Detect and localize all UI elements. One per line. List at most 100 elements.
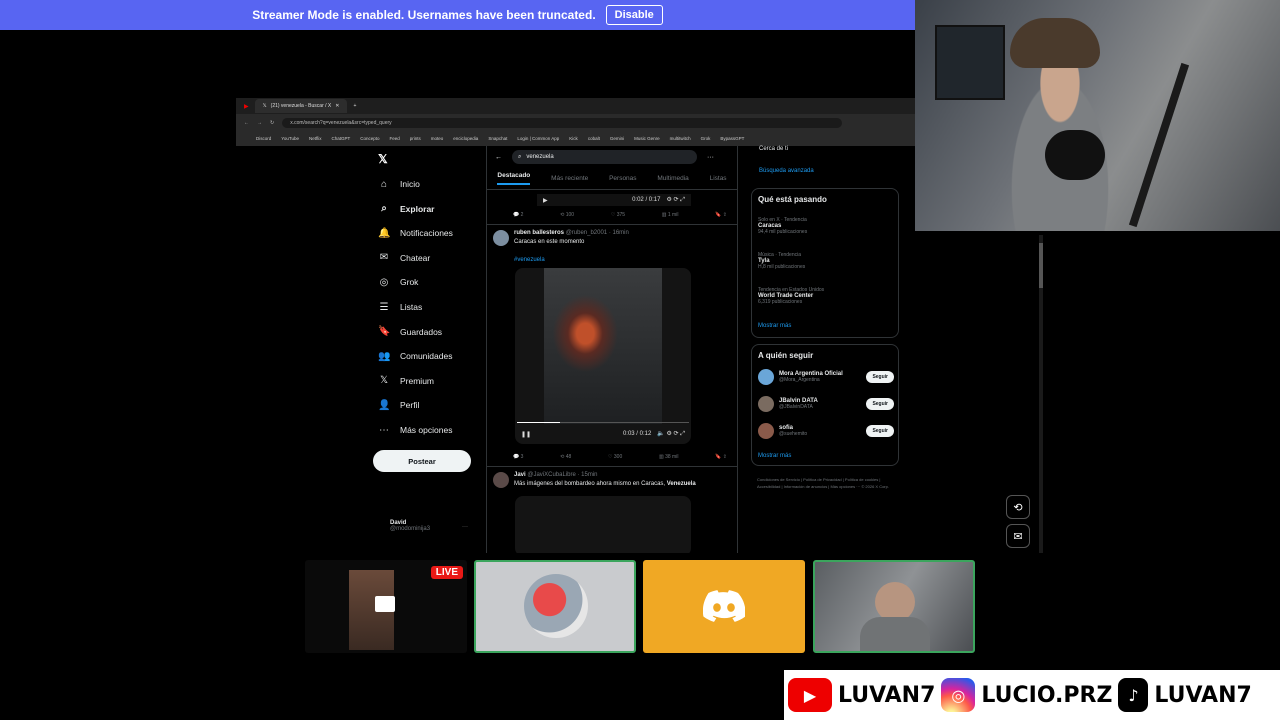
follow-suggestion[interactable]: JBalvin DATA @JBalvinDATA Seguir: [758, 396, 894, 412]
author-name[interactable]: Javi: [514, 472, 526, 478]
bookmark-item[interactable]: Netflix: [309, 136, 322, 141]
trend-item[interactable]: Tendencia en Estados Unidos World Trade C…: [758, 287, 824, 305]
nav-item-explorar[interactable]: ⌕ Explorar: [378, 199, 434, 219]
video-settings-icons[interactable]: ⚙ ⟳ ⤢: [666, 196, 691, 204]
bookmark-share-icons[interactable]: 🔖 ⇪: [715, 454, 727, 460]
nav-item-notificaciones[interactable]: 🔔 Notificaciones: [378, 223, 453, 243]
nav-item-guardados[interactable]: 🔖 Guardados: [378, 322, 442, 342]
avatar[interactable]: [758, 369, 774, 385]
scrollbar[interactable]: [1039, 235, 1043, 553]
bookmark-item[interactable]: multitwitch: [670, 136, 691, 141]
nav-icon: 🔔: [378, 227, 391, 239]
nav-item-perfil[interactable]: 👤 Perfil: [378, 395, 419, 415]
close-tab-icon[interactable]: ✕: [335, 103, 339, 109]
bookmark-item[interactable]: cobalt: [588, 136, 600, 141]
nav-item-listas[interactable]: ☰ Listas: [378, 297, 423, 317]
tab-destacado[interactable]: Destacado: [497, 172, 531, 185]
bookmark-item[interactable]: Discord: [256, 136, 271, 141]
advanced-search-link[interactable]: Búsqueda avanzada: [759, 168, 814, 174]
avatar-tile[interactable]: [474, 560, 636, 653]
nav-item-más-opciones[interactable]: ⋯ Más opciones: [378, 420, 452, 440]
follow-suggestion[interactable]: Mora Argentina Oficial @Mora_Argentina Seg…: [758, 369, 894, 385]
tweet-media[interactable]: [515, 496, 691, 553]
tab-multimedia[interactable]: Multimedia: [657, 175, 688, 182]
post-button[interactable]: Postear: [373, 450, 471, 472]
like-action[interactable]: ♡ 300: [608, 454, 622, 460]
nav-item-inicio[interactable]: ⌂ Inicio: [378, 174, 420, 194]
video-settings-icons[interactable]: 🔈 ⚙ ⟳ ⤢: [657, 430, 691, 438]
disable-button[interactable]: Disable: [605, 5, 663, 25]
nav-item-chatear[interactable]: ✉ Chatear: [378, 248, 430, 268]
bookmark-item[interactable]: Snapchat: [488, 136, 507, 141]
near-you-option[interactable]: Cerca de ti: [759, 146, 788, 152]
tab-listas[interactable]: Listas: [710, 175, 727, 182]
follow-button[interactable]: Seguir: [866, 398, 894, 410]
reply-action[interactable]: 💬 3: [513, 454, 523, 460]
nav-item-comunidades[interactable]: 👥 Comunidades: [378, 346, 452, 366]
show-more-follow[interactable]: Mostrar más: [758, 453, 791, 459]
bookmark-item[interactable]: Kick: [569, 136, 578, 141]
avatar[interactable]: [758, 423, 774, 439]
new-tab-icon[interactable]: +: [353, 103, 356, 109]
repost-action[interactable]: ⟲ 100: [560, 212, 574, 218]
messages-float-icon[interactable]: ✉: [1006, 524, 1030, 548]
bookmark-item[interactable]: ChatGPT: [331, 136, 350, 141]
bookmark-item[interactable]: Feed: [390, 136, 400, 141]
author-handle[interactable]: @JaviXCubaLibre: [527, 472, 575, 478]
bookmark-share-icons[interactable]: 🔖 ⇪: [715, 212, 727, 218]
follow-suggestion[interactable]: sofia @suehemito Seguir: [758, 423, 894, 439]
follow-button[interactable]: Seguir: [866, 425, 894, 437]
show-more-trends[interactable]: Mostrar más: [758, 323, 791, 329]
nav-item-grok[interactable]: ◎ Grok: [378, 272, 419, 292]
discord-tile[interactable]: [643, 560, 805, 653]
stream-preview-tile[interactable]: LIVE: [305, 560, 467, 653]
reload-icon[interactable]: ↻: [270, 120, 274, 126]
like-action[interactable]: ♡ 375: [611, 212, 625, 218]
avatar[interactable]: [758, 396, 774, 412]
bookmark-item[interactable]: Concepto: [360, 136, 379, 141]
bookmark-item[interactable]: BypassGPT: [720, 136, 744, 141]
search-input[interactable]: ⌕ venezuela: [512, 150, 697, 164]
back-icon[interactable]: ←: [244, 120, 249, 126]
hashtag-link[interactable]: #venezuela: [514, 257, 545, 263]
more-icon[interactable]: ···: [462, 524, 468, 530]
video-controls[interactable]: ❚❚ 0:03 / 0:12 🔈 ⚙ ⟳ ⤢: [515, 426, 691, 442]
tweet-video[interactable]: ❚❚ 0:03 / 0:12 🔈 ⚙ ⟳ ⤢: [515, 268, 691, 444]
bookmark-item[interactable]: Gemini: [610, 136, 624, 141]
active-tab[interactable]: 𝕏 (21) venezuela - Buscar / X ✕: [254, 99, 348, 113]
webcam-tile[interactable]: [813, 560, 975, 653]
footer-links[interactable]: Condiciones de Servicio | Política de Pr…: [757, 476, 897, 490]
views-action[interactable]: ▥ 38 mil: [659, 454, 678, 460]
reply-action[interactable]: 💬 2: [513, 212, 523, 218]
grok-float-icon[interactable]: ⟲: [1006, 495, 1030, 519]
top-video-controls[interactable]: ▶ 0:02 / 0:17 ⚙ ⟳ ⤢: [537, 194, 691, 206]
pause-icon[interactable]: ❚❚: [521, 431, 531, 438]
bookmark-item[interactable]: Login | Common App: [517, 136, 559, 141]
back-arrow-icon[interactable]: ←: [495, 154, 502, 161]
avatar[interactable]: [493, 472, 509, 488]
trend-item[interactable]: Solo en X · Tendencia Caracas 94,4 mil pub…: [758, 217, 807, 235]
trend-item[interactable]: Música · Tendencia Tyla H,8 mil publicacio…: [758, 252, 805, 270]
avatar[interactable]: [493, 230, 509, 246]
nav-item-premium[interactable]: 𝕏 Premium: [378, 371, 434, 391]
follow-button[interactable]: Seguir: [866, 371, 894, 383]
author-name[interactable]: ruben ballesteros: [514, 230, 564, 236]
profile-switcher[interactable]: David @modominija3 ···: [390, 520, 468, 532]
tab-personas[interactable]: Personas: [609, 175, 636, 182]
youtube-tab-icon[interactable]: ▶: [244, 103, 249, 110]
views-action[interactable]: ▥ 1 mil: [662, 212, 679, 218]
more-options-icon[interactable]: ···: [707, 154, 714, 161]
forward-icon[interactable]: →: [257, 120, 262, 126]
x-logo-icon[interactable]: 𝕏: [378, 152, 388, 166]
bookmark-item[interactable]: prints: [410, 136, 421, 141]
bookmark-item[interactable]: enciclopedia: [453, 136, 478, 141]
author-handle[interactable]: @ruben_b2001: [566, 230, 607, 236]
bookmark-item[interactable]: moteo: [431, 136, 444, 141]
tab-más-reciente[interactable]: Más reciente: [551, 175, 588, 182]
bookmark-item[interactable]: Music Genre: [634, 136, 660, 141]
repost-action[interactable]: ⟲ 48: [560, 454, 571, 460]
url-input[interactable]: x.com/search?q=venezuela&src=typed_query: [282, 117, 843, 128]
bookmark-item[interactable]: YouTube: [281, 136, 299, 141]
bookmark-item[interactable]: Grok: [701, 136, 711, 141]
play-icon[interactable]: ▶: [543, 197, 548, 204]
